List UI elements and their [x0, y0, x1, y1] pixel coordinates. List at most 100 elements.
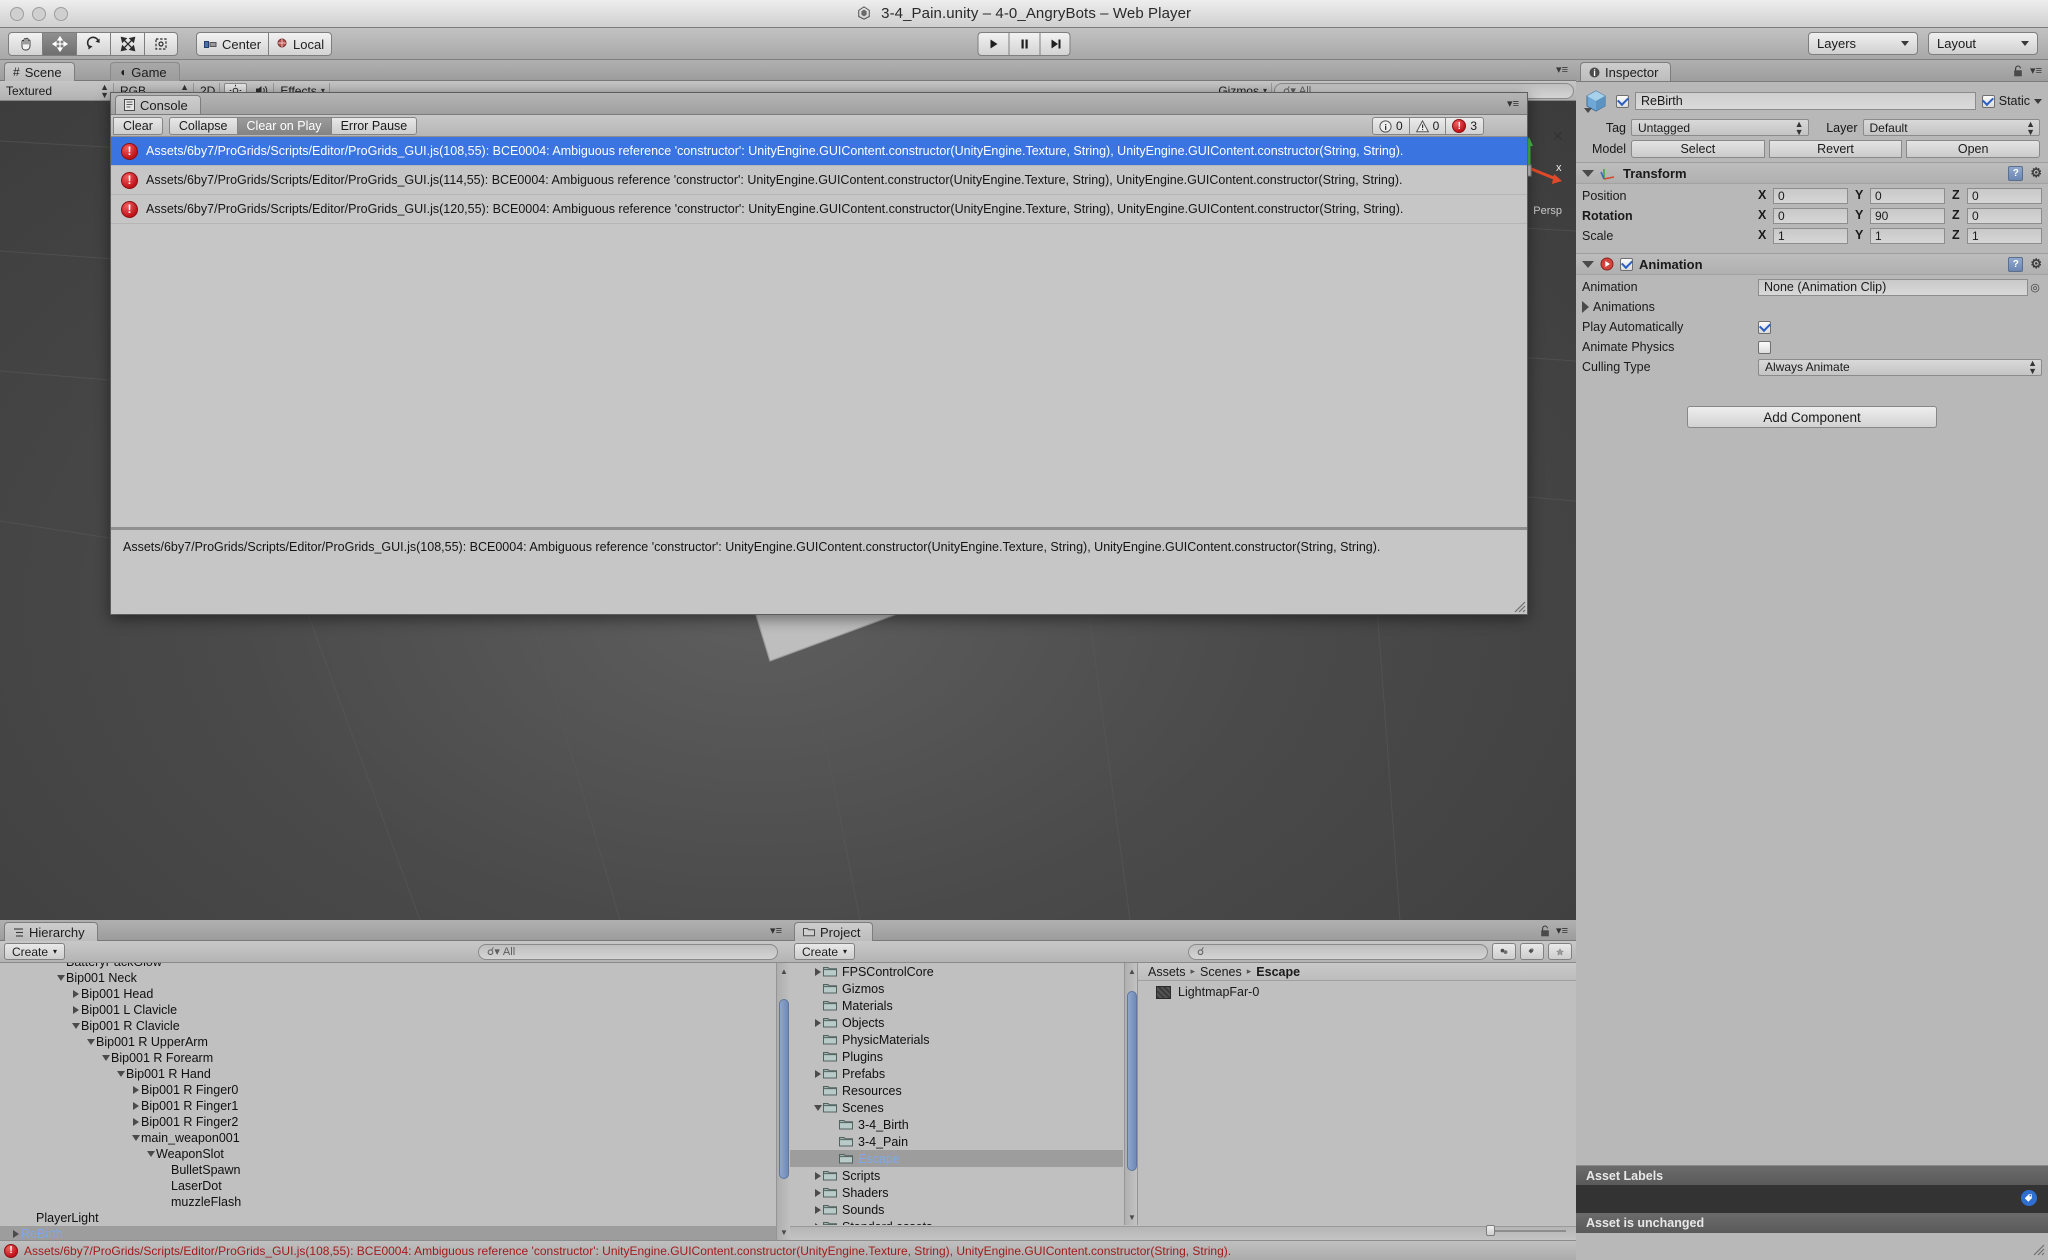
- console-resize-grip[interactable]: [1512, 599, 1526, 613]
- chevron-down-icon[interactable]: [2034, 99, 2042, 104]
- project-folder-item[interactable]: Materials: [790, 997, 1123, 1014]
- foldout-arrow-icon[interactable]: [100, 1053, 111, 1064]
- project-folder-item[interactable]: Scripts: [790, 1167, 1123, 1184]
- window-controls[interactable]: [10, 7, 68, 21]
- foldout-arrow-icon[interactable]: [70, 989, 81, 1000]
- rotate-tool-button[interactable]: [76, 32, 110, 56]
- foldout-arrow-icon[interactable]: [145, 1149, 156, 1160]
- foldout-arrow-icon[interactable]: [130, 1133, 141, 1144]
- rotation-x-input[interactable]: 0: [1773, 208, 1848, 224]
- project-folder-item[interactable]: Plugins: [790, 1048, 1123, 1065]
- pivot-rotation-button[interactable]: Local: [268, 32, 332, 56]
- foldout-arrow-icon[interactable]: [1582, 170, 1594, 177]
- pause-button[interactable]: [1009, 32, 1040, 56]
- asset-item[interactable]: LightmapFar-0: [1138, 983, 1576, 1001]
- gear-icon[interactable]: ⚙: [2030, 256, 2042, 272]
- project-tree-scrollbar[interactable]: ▲ ▼: [1124, 963, 1138, 1225]
- hierarchy-item[interactable]: Bip001 R Clavicle: [0, 1018, 776, 1034]
- scroll-down-arrow-icon[interactable]: ▼: [1126, 1211, 1138, 1223]
- maximize-window-button[interactable]: [54, 7, 68, 21]
- project-folder-item[interactable]: FPSControlCore: [790, 963, 1123, 980]
- hierarchy-menu-icon[interactable]: ▾≡: [770, 924, 782, 937]
- hierarchy-item[interactable]: Bip001 R Finger2: [0, 1114, 776, 1130]
- hierarchy-item[interactable]: Bip001 Head: [0, 986, 776, 1002]
- rotation-y-input[interactable]: 90: [1870, 208, 1945, 224]
- tab-inspector[interactable]: Inspector: [1580, 62, 1671, 81]
- hierarchy-item[interactable]: WeaponSlot: [0, 1146, 776, 1162]
- hierarchy-item[interactable]: muzzleFlash: [0, 1194, 776, 1210]
- tab-scene[interactable]: # Scene: [4, 62, 75, 81]
- tag-icon[interactable]: [2020, 1190, 2038, 1206]
- project-search-input[interactable]: ☌: [1188, 944, 1488, 960]
- pivot-mode-button[interactable]: Center: [196, 32, 268, 56]
- console-log-row[interactable]: ! Assets/6by7/ProGrids/Scripts/Editor/Pr…: [111, 195, 1527, 224]
- foldout-arrow-icon[interactable]: [812, 1102, 823, 1113]
- hierarchy-scroll-thumb[interactable]: [779, 999, 789, 1179]
- scroll-up-arrow-icon[interactable]: ▲: [1126, 965, 1138, 977]
- project-tab-controls[interactable]: ▾≡: [1540, 924, 1568, 937]
- console-error-count[interactable]: ! 3: [1445, 117, 1484, 135]
- hierarchy-item[interactable]: main_weapon001: [0, 1130, 776, 1146]
- foldout-arrow-icon[interactable]: [812, 1187, 823, 1198]
- foldout-arrow-icon[interactable]: [115, 1069, 126, 1080]
- hierarchy-scrollbar[interactable]: ▲ ▼: [776, 963, 790, 1240]
- console-info-count[interactable]: 0: [1372, 117, 1410, 135]
- filter-by-label-button[interactable]: [1520, 943, 1544, 960]
- culling-type-dropdown[interactable]: Always Animate ▲▼: [1758, 359, 2042, 376]
- scale-z-input[interactable]: 1: [1967, 228, 2042, 244]
- inspector-resize-grip[interactable]: [2031, 1242, 2045, 1256]
- play-automatically-checkbox[interactable]: [1758, 321, 1771, 334]
- hierarchy-item[interactable]: PlayerLight: [0, 1210, 776, 1226]
- animation-enabled-checkbox[interactable]: [1620, 258, 1633, 271]
- help-icon[interactable]: ?: [2008, 166, 2023, 181]
- project-asset-grid[interactable]: LightmapFar-0: [1138, 983, 1576, 1225]
- hierarchy-create-button[interactable]: Create ▾: [4, 943, 65, 960]
- model-select-button[interactable]: Select: [1631, 140, 1765, 158]
- object-active-checkbox[interactable]: [1616, 95, 1629, 108]
- animations-row[interactable]: Animations: [1582, 298, 2042, 316]
- tab-game[interactable]: ◖ Game: [110, 62, 180, 81]
- tab-console[interactable]: Console: [115, 95, 201, 114]
- foldout-arrow-icon[interactable]: [130, 1117, 141, 1128]
- foldout-arrow-icon[interactable]: [812, 1204, 823, 1215]
- position-y-input[interactable]: 0: [1870, 188, 1945, 204]
- foldout-arrow-icon[interactable]: [70, 1005, 81, 1016]
- scroll-up-arrow-icon[interactable]: ▲: [778, 965, 790, 977]
- hierarchy-item[interactable]: Bip001 R UpperArm: [0, 1034, 776, 1050]
- position-z-input[interactable]: 0: [1967, 188, 2042, 204]
- status-bar[interactable]: ! Assets/6by7/ProGrids/Scripts/Editor/Pr…: [0, 1240, 1576, 1260]
- scale-y-input[interactable]: 1: [1870, 228, 1945, 244]
- project-folder-item[interactable]: Sounds: [790, 1201, 1123, 1218]
- project-folder-item[interactable]: Standard assets: [790, 1218, 1123, 1225]
- project-folder-item[interactable]: Scenes: [790, 1099, 1123, 1116]
- scene-tab-options[interactable]: ▾≡: [1556, 63, 1568, 76]
- console-collapse-toggle[interactable]: Collapse: [169, 117, 238, 135]
- layers-dropdown[interactable]: Layers: [1808, 32, 1918, 55]
- minimize-window-button[interactable]: [32, 7, 46, 21]
- move-tool-button[interactable]: [42, 32, 76, 56]
- animation-component-header[interactable]: Animation ? ⚙: [1576, 253, 2048, 275]
- foldout-arrow-icon[interactable]: [812, 1221, 823, 1225]
- inspector-header-controls[interactable]: ▾≡: [2013, 64, 2042, 77]
- foldout-arrow-icon[interactable]: [812, 1017, 823, 1028]
- draw-mode-dropdown[interactable]: Textured ▲▼: [2, 83, 114, 99]
- foldout-arrow-icon[interactable]: [812, 1170, 823, 1181]
- layout-dropdown[interactable]: Layout: [1928, 32, 2038, 55]
- help-icon[interactable]: ?: [2008, 257, 2023, 272]
- position-x-input[interactable]: 0: [1773, 188, 1848, 204]
- console-warning-count[interactable]: 0: [1409, 117, 1447, 135]
- console-log-list[interactable]: ! Assets/6by7/ProGrids/Scripts/Editor/Pr…: [111, 137, 1527, 527]
- hierarchy-item[interactable]: Bip001 R Finger1: [0, 1098, 776, 1114]
- breadcrumb-assets[interactable]: Assets: [1148, 965, 1186, 979]
- console-log-row[interactable]: ! Assets/6by7/ProGrids/Scripts/Editor/Pr…: [111, 166, 1527, 195]
- hierarchy-item[interactable]: LaserDot: [0, 1178, 776, 1194]
- tag-dropdown[interactable]: Untagged ▲▼: [1631, 119, 1809, 136]
- scale-tool-button[interactable]: [110, 32, 144, 56]
- hierarchy-item[interactable]: BatteryPackGlow: [0, 963, 776, 970]
- project-folder-tree[interactable]: FPSControlCoreGizmosMaterialsObjectsPhys…: [790, 963, 1123, 1225]
- asset-labels-body[interactable]: [1576, 1185, 2048, 1213]
- model-open-button[interactable]: Open: [1906, 140, 2040, 158]
- project-folder-item[interactable]: Prefabs: [790, 1065, 1123, 1082]
- object-name-input[interactable]: ReBirth: [1635, 92, 1976, 110]
- foldout-arrow-icon[interactable]: [85, 1037, 96, 1048]
